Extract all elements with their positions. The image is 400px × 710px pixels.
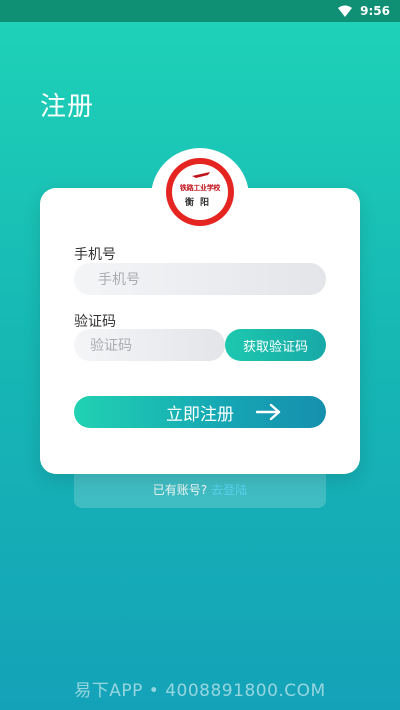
get-code-button[interactable]: 获取验证码 <box>225 329 326 361</box>
status-time: 9:56 <box>360 4 390 18</box>
plane-icon <box>192 172 210 178</box>
code-placeholder: 验证码 <box>90 338 132 354</box>
wifi-icon <box>338 5 353 17</box>
phone-input[interactable]: 手机号 <box>74 263 326 295</box>
school-logo: 铁路工业学校 衡阳 <box>166 158 234 226</box>
status-bar: 9:56 <box>0 0 400 22</box>
page-title: 注册 <box>40 92 95 122</box>
login-link[interactable]: 去登陆 <box>211 481 247 498</box>
phone-placeholder: 手机号 <box>98 272 140 288</box>
logo-school-name: 铁路工业学校 <box>179 183 221 192</box>
arrow-right-icon <box>256 403 281 421</box>
watermark: 易下APP • 4008891800.COM <box>74 681 326 701</box>
code-label: 验证码 <box>74 314 116 330</box>
logo-city: 衡阳 <box>184 197 215 208</box>
has-account-text: 已有账号? <box>152 483 208 497</box>
register-button[interactable]: 立即注册 <box>74 396 326 428</box>
register-button-label: 立即注册 <box>166 404 234 425</box>
phone-label: 手机号 <box>74 247 116 263</box>
code-input[interactable]: 验证码 <box>74 329 225 361</box>
